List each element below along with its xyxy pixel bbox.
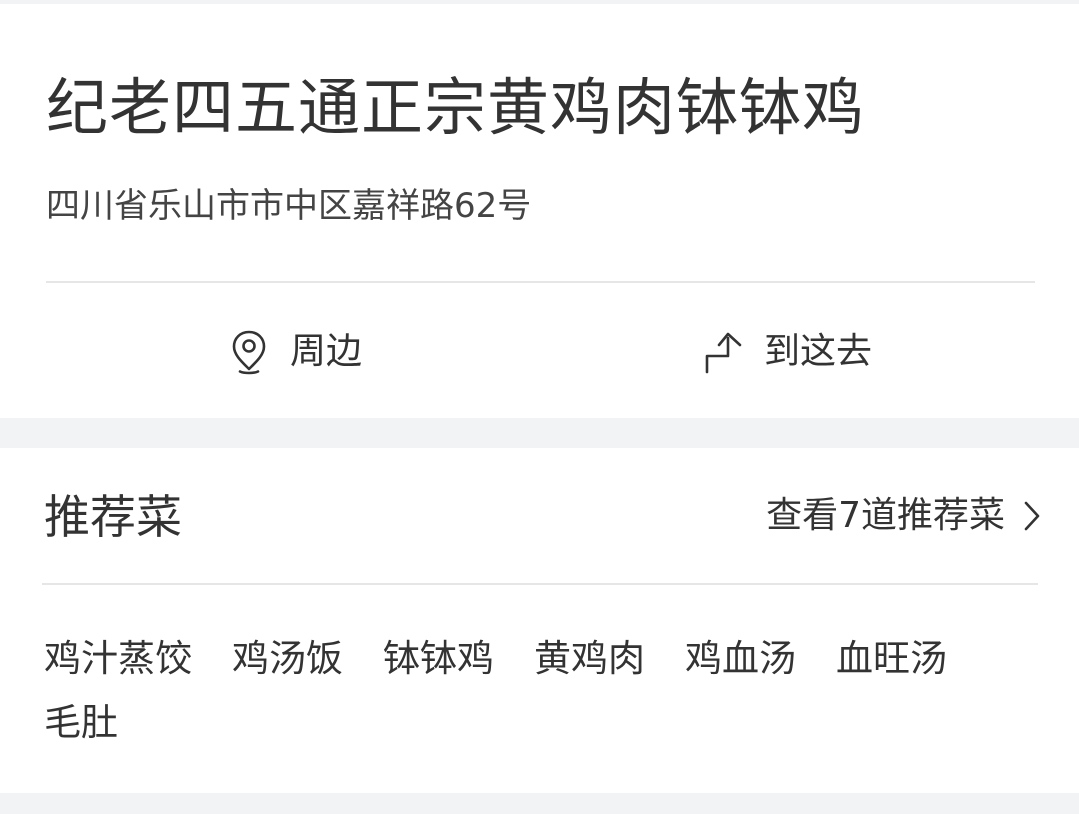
recommended-dishes-card: 推荐菜 查看7道推荐菜 鸡汁蒸饺 鸡汤饭 钵钵鸡 黄鸡肉 鸡血汤 血旺汤 毛肚 bbox=[0, 448, 1079, 793]
recommended-section-title: 推荐菜 bbox=[44, 490, 182, 544]
dish-tag[interactable]: 鸡汁蒸饺 bbox=[44, 634, 192, 684]
location-pin-icon bbox=[228, 328, 270, 376]
dish-tag[interactable]: 鸡血汤 bbox=[685, 634, 796, 684]
directions-label: 到这去 bbox=[764, 331, 873, 372]
chevron-right-icon bbox=[1021, 499, 1043, 533]
directions-button[interactable]: 到这去 bbox=[702, 324, 872, 380]
nearby-button[interactable]: 周边 bbox=[228, 324, 362, 380]
dish-list: 鸡汁蒸饺 鸡汤饭 钵钵鸡 黄鸡肉 鸡血汤 血旺汤 毛肚 bbox=[44, 634, 1044, 748]
dishes-divider bbox=[42, 583, 1038, 585]
dish-tag[interactable]: 黄鸡肉 bbox=[534, 634, 645, 684]
dish-tag[interactable]: 血旺汤 bbox=[836, 634, 947, 684]
turn-arrow-icon bbox=[702, 328, 744, 376]
restaurant-address: 四川省乐山市市中区嘉祥路62号 bbox=[46, 186, 532, 226]
dish-tag[interactable]: 鸡汤饭 bbox=[232, 634, 343, 684]
nearby-label: 周边 bbox=[290, 331, 363, 372]
view-all-dishes-link[interactable]: 查看7道推荐菜 bbox=[766, 488, 1043, 544]
dish-tag[interactable]: 钵钵鸡 bbox=[383, 634, 494, 684]
view-all-label: 查看7道推荐菜 bbox=[766, 495, 1005, 536]
restaurant-name: 纪老四五通正宗黄鸡肉钵钵鸡 bbox=[46, 71, 866, 144]
dish-tag[interactable]: 毛肚 bbox=[44, 698, 118, 748]
bottom-spacer bbox=[0, 793, 1079, 814]
restaurant-info-card: 纪老四五通正宗黄鸡肉钵钵鸡 四川省乐山市市中区嘉祥路62号 周边 到这去 bbox=[0, 4, 1079, 418]
info-divider bbox=[46, 281, 1035, 283]
